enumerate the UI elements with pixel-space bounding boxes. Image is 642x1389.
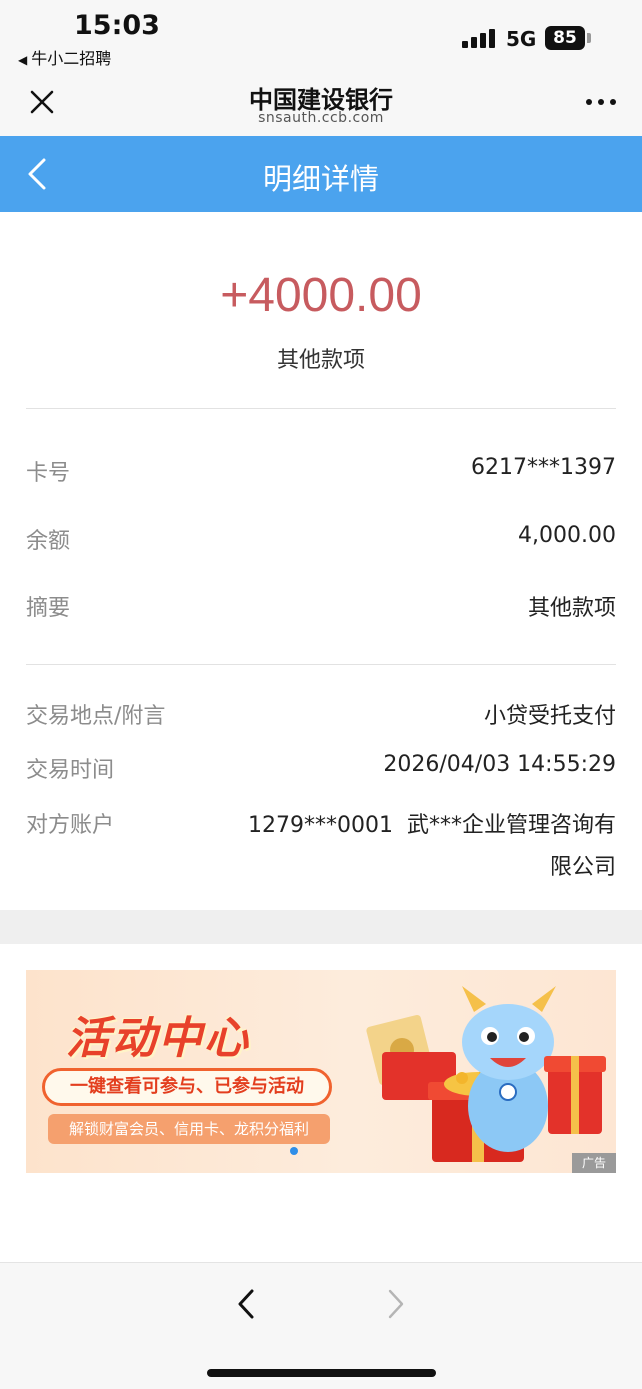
back-triangle-icon: ◀: [18, 53, 28, 67]
counterparty-value-line2: 限公司: [549, 855, 616, 880]
more-icon[interactable]: [584, 90, 618, 114]
battery-tip: [587, 33, 591, 43]
browser-header: 中国建设银行 snsauth.ccb.com: [0, 70, 642, 136]
back-app-label: 牛小二招聘: [31, 49, 112, 68]
chevron-right-icon[interactable]: [382, 1287, 410, 1321]
browser-toolbar: [0, 1262, 642, 1389]
summary-label: 摘要: [26, 596, 71, 621]
banner-subtitle: 一键查看可参与、已参与活动: [42, 1068, 332, 1106]
banner-caption: 解锁财富会员、信用卡、龙积分福利: [48, 1114, 330, 1144]
card-number-label: 卡号: [26, 461, 71, 486]
status-time: 15:03: [74, 10, 160, 41]
balance-label: 余额: [26, 529, 71, 554]
home-indicator: [207, 1369, 436, 1377]
location-value: 小贷受托支付: [483, 704, 616, 729]
status-bar: 15:03 ◀ 牛小二招聘 5G 85: [0, 0, 642, 70]
network-label: 5G: [506, 27, 537, 51]
time-value: 2026/04/03 14:55:29: [383, 752, 616, 777]
banner-title: 活动中心: [66, 1013, 250, 1064]
location-label: 交易地点/附言: [26, 704, 166, 729]
divider: [26, 408, 616, 409]
counterparty-value-line1: 1279***0001 武***企业管理咨询有: [248, 813, 616, 838]
transaction-type: 其他款项: [276, 348, 365, 373]
page-title: 明细详情: [262, 162, 379, 196]
chevron-left-icon[interactable]: [232, 1287, 260, 1321]
divider: [26, 664, 616, 665]
section-separator: [0, 910, 642, 944]
ad-badge: 广告: [572, 1153, 616, 1173]
page-nav-bar: 明细详情: [0, 136, 642, 212]
card-number-value: 6217***1397: [471, 455, 616, 480]
balance-value: 4,000.00: [518, 523, 616, 548]
dragon-mascot-gift-illustration: [366, 986, 606, 1162]
carousel-indicator[interactable]: [290, 1147, 298, 1155]
site-url: snsauth.ccb.com: [258, 110, 384, 126]
battery-icon: 85: [545, 26, 585, 50]
back-to-app-link[interactable]: ◀ 牛小二招聘: [18, 45, 111, 69]
time-label: 交易时间: [26, 758, 115, 783]
summary-value: 其他款项: [527, 596, 616, 621]
counterparty-label: 对方账户: [26, 813, 115, 838]
signal-icon: [462, 28, 496, 48]
promo-banner[interactable]: 活动中心 一键查看可参与、已参与活动 解锁财富会员、信用卡、龙积分福利 广告: [26, 970, 616, 1173]
transaction-amount: +4000.00: [220, 269, 422, 322]
